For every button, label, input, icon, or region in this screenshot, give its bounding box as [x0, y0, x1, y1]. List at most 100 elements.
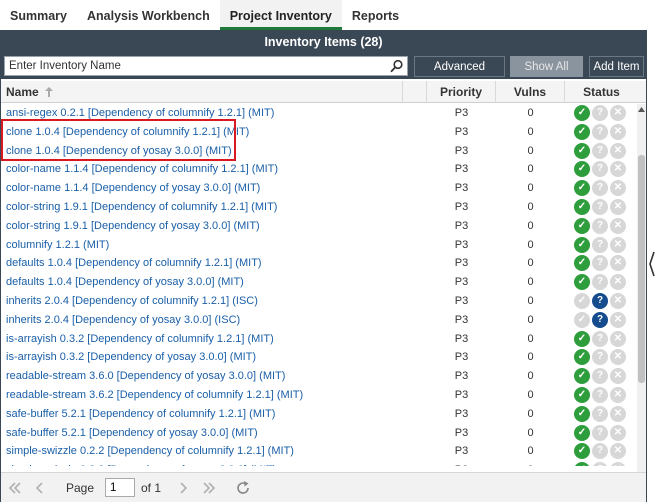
- approved-check-icon[interactable]: ✓: [574, 161, 590, 178]
- pending-question-icon[interactable]: ?: [592, 198, 608, 215]
- table-row[interactable]: readable-stream 3.6.2 [Dependency of col…: [1, 386, 637, 405]
- approved-check-icon[interactable]: ✓: [574, 443, 590, 460]
- rejected-x-icon[interactable]: ✕: [610, 142, 626, 159]
- inventory-item-link[interactable]: color-name 1.1.4 [Dependency of yosay 3.…: [6, 179, 260, 198]
- next-page-icon[interactable]: [175, 480, 191, 496]
- pending-question-icon[interactable]: ?: [592, 424, 608, 441]
- table-row[interactable]: simple-swizzle 0.2.2 [Dependency of yosa…: [1, 461, 637, 466]
- approved-check-icon[interactable]: ✓: [574, 424, 590, 441]
- pending-question-icon[interactable]: ?: [592, 462, 608, 466]
- rejected-x-icon[interactable]: ✕: [610, 368, 626, 385]
- tab-project-inventory[interactable]: Project Inventory: [219, 0, 342, 30]
- rejected-x-icon[interactable]: ✕: [610, 424, 626, 441]
- approved-check-icon[interactable]: ✓: [574, 198, 590, 215]
- inventory-item-link[interactable]: safe-buffer 5.2.1 [Dependency of columni…: [6, 405, 275, 424]
- approved-check-icon[interactable]: ✓: [574, 142, 590, 159]
- rejected-x-icon[interactable]: ✕: [610, 180, 626, 197]
- refresh-icon[interactable]: [235, 480, 251, 496]
- table-row[interactable]: safe-buffer 5.2.1 [Dependency of columni…: [1, 405, 637, 424]
- vertical-scrollbar[interactable]: [637, 104, 646, 496]
- inventory-item-link[interactable]: readable-stream 3.6.0 [Dependency of yos…: [6, 367, 285, 386]
- inventory-item-link[interactable]: clone 1.0.4 [Dependency of yosay 3.0.0] …: [6, 142, 232, 161]
- table-row[interactable]: defaults 1.0.4 [Dependency of yosay 3.0.…: [1, 273, 637, 292]
- show-all-items-button[interactable]: Show All Items: [510, 56, 583, 93]
- add-item-button[interactable]: Add Item: [589, 56, 644, 77]
- advanced-search-button[interactable]: Advanced Search: [414, 56, 505, 93]
- pending-question-icon[interactable]: ?: [592, 236, 608, 253]
- approved-check-icon[interactable]: ✓: [574, 386, 590, 403]
- tab-analysis-workbench[interactable]: Analysis Workbench: [77, 0, 220, 30]
- table-row[interactable]: safe-buffer 5.2.1 [Dependency of yosay 3…: [1, 424, 637, 443]
- pending-question-icon[interactable]: ?: [592, 217, 608, 234]
- approved-check-icon[interactable]: ✓: [574, 105, 590, 121]
- approved-check-icon[interactable]: ✓: [574, 123, 590, 140]
- rejected-x-icon[interactable]: ✕: [610, 274, 626, 291]
- inventory-search-input[interactable]: [5, 57, 385, 75]
- inventory-item-link[interactable]: ansi-regex 0.2.1 [Dependency of columnif…: [6, 104, 274, 123]
- inventory-item-link[interactable]: color-string 1.9.1 [Dependency of yosay …: [6, 217, 260, 236]
- inventory-item-link[interactable]: is-arrayish 0.3.2 [Dependency of yosay 3…: [6, 348, 256, 367]
- column-header-status[interactable]: Status: [565, 81, 638, 103]
- inventory-item-link[interactable]: columnify 1.2.1 (MIT): [6, 236, 109, 255]
- table-row[interactable]: color-name 1.1.4 [Dependency of yosay 3.…: [1, 179, 637, 198]
- table-row[interactable]: is-arrayish 0.3.2 [Dependency of columni…: [1, 330, 637, 349]
- table-row[interactable]: columnify 1.2.1 (MIT) P3 0 ✓? ✕: [1, 236, 637, 255]
- approved-check-icon[interactable]: ✓: [574, 462, 590, 466]
- rejected-x-icon[interactable]: ✕: [610, 330, 626, 347]
- scrollbar-thumb[interactable]: [638, 155, 645, 383]
- approved-check-icon[interactable]: ✓: [574, 311, 590, 328]
- inventory-item-link[interactable]: clone 1.0.4 [Dependency of columnify 1.2…: [6, 123, 249, 142]
- approved-check-icon[interactable]: ✓: [574, 255, 590, 272]
- table-row[interactable]: ansi-regex 0.2.1 [Dependency of columnif…: [1, 104, 637, 123]
- approved-check-icon[interactable]: ✓: [574, 217, 590, 234]
- pending-question-icon[interactable]: ?: [592, 105, 608, 121]
- pending-question-icon[interactable]: ?: [592, 255, 608, 272]
- inventory-item-link[interactable]: defaults 1.0.4 [Dependency of yosay 3.0.…: [6, 273, 244, 292]
- approved-check-icon[interactable]: ✓: [574, 349, 590, 366]
- pending-question-icon[interactable]: ?: [592, 274, 608, 291]
- inventory-item-link[interactable]: color-string 1.9.1 [Dependency of column…: [6, 198, 277, 217]
- inventory-item-link[interactable]: color-name 1.1.4 [Dependency of columnif…: [6, 160, 278, 179]
- rejected-x-icon[interactable]: ✕: [610, 443, 626, 460]
- last-page-icon[interactable]: [201, 480, 217, 496]
- pending-question-icon[interactable]: ?: [592, 349, 608, 366]
- table-row[interactable]: is-arrayish 0.3.2 [Dependency of yosay 3…: [1, 348, 637, 367]
- pending-question-icon[interactable]: ?: [592, 311, 608, 328]
- rejected-x-icon[interactable]: ✕: [610, 311, 626, 328]
- table-row[interactable]: color-string 1.9.1 [Dependency of column…: [1, 198, 637, 217]
- first-page-icon[interactable]: [7, 480, 23, 496]
- rejected-x-icon[interactable]: ✕: [610, 292, 626, 309]
- pending-question-icon[interactable]: ?: [592, 142, 608, 159]
- column-header-vulns[interactable]: Vulns: [496, 81, 565, 103]
- rejected-x-icon[interactable]: ✕: [610, 405, 626, 422]
- collapse-handle-icon[interactable]: [649, 250, 655, 278]
- approved-check-icon[interactable]: ✓: [574, 405, 590, 422]
- pending-question-icon[interactable]: ?: [592, 405, 608, 422]
- approved-check-icon[interactable]: ✓: [574, 180, 590, 197]
- scroll-up-arrow-icon[interactable]: [637, 106, 646, 114]
- rejected-x-icon[interactable]: ✕: [610, 161, 626, 178]
- table-row[interactable]: readable-stream 3.6.0 [Dependency of yos…: [1, 367, 637, 386]
- page-number-input[interactable]: [105, 478, 135, 497]
- rejected-x-icon[interactable]: ✕: [610, 255, 626, 272]
- pending-question-icon[interactable]: ?: [592, 123, 608, 140]
- inventory-item-link[interactable]: simple-swizzle 0.2.2 [Dependency of yosa…: [6, 461, 276, 466]
- rejected-x-icon[interactable]: ✕: [610, 349, 626, 366]
- pending-question-icon[interactable]: ?: [592, 386, 608, 403]
- rejected-x-icon[interactable]: ✕: [610, 198, 626, 215]
- table-row[interactable]: inherits 2.0.4 [Dependency of yosay 3.0.…: [1, 311, 637, 330]
- rejected-x-icon[interactable]: ✕: [610, 462, 626, 466]
- table-row[interactable]: color-name 1.1.4 [Dependency of columnif…: [1, 160, 637, 179]
- pending-question-icon[interactable]: ?: [592, 368, 608, 385]
- table-row[interactable]: simple-swizzle 0.2.2 [Dependency of colu…: [1, 442, 637, 461]
- rejected-x-icon[interactable]: ✕: [610, 217, 626, 234]
- rejected-x-icon[interactable]: ✕: [610, 386, 626, 403]
- pending-question-icon[interactable]: ?: [592, 292, 608, 309]
- search-icon[interactable]: [390, 59, 404, 73]
- table-row[interactable]: clone 1.0.4 [Dependency of yosay 3.0.0] …: [1, 142, 637, 161]
- tab-summary[interactable]: Summary: [0, 0, 77, 30]
- table-row[interactable]: inherits 2.0.4 [Dependency of columnify …: [1, 292, 637, 311]
- approved-check-icon[interactable]: ✓: [574, 236, 590, 253]
- inventory-item-link[interactable]: safe-buffer 5.2.1 [Dependency of yosay 3…: [6, 424, 258, 443]
- rejected-x-icon[interactable]: ✕: [610, 105, 626, 121]
